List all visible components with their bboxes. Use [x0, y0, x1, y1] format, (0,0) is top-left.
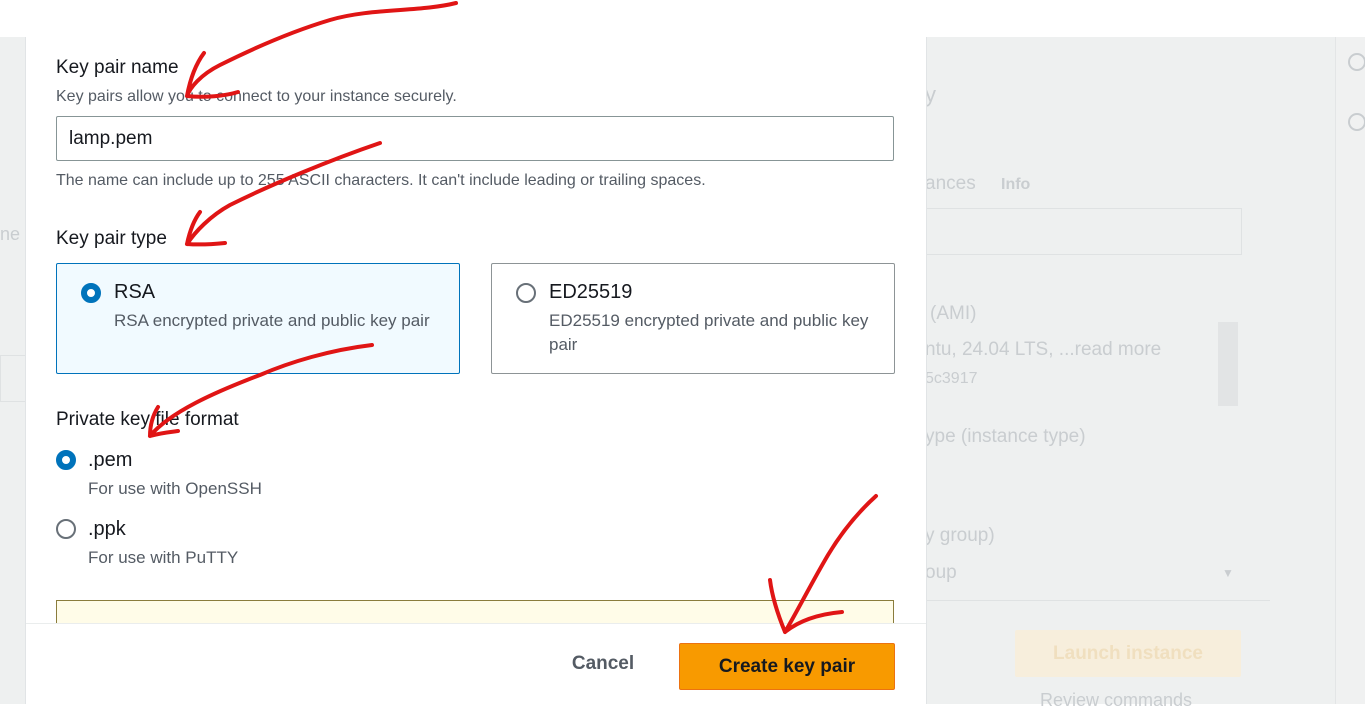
key-pair-name-description: Key pairs allow you to connect to your i… [56, 88, 457, 105]
rsa-radio[interactable] [81, 283, 101, 303]
bg-dropdown-caret-icon: ▼ [1222, 566, 1234, 580]
ed25519-description: ED25519 encrypted private and public key… [549, 311, 869, 354]
bg-group2-fragment: oup [925, 562, 957, 583]
rsa-description: RSA encrypted private and public key pai… [114, 311, 430, 330]
ed25519-radio[interactable] [516, 283, 536, 303]
bg-type-fragment: ype (instance type) [925, 426, 1086, 447]
key-type-rsa-tile[interactable]: RSA RSA encrypted private and public key… [56, 263, 460, 374]
settings-circle-icon[interactable] [1348, 113, 1365, 131]
ppk-radio[interactable] [56, 519, 76, 539]
bg-info-link[interactable]: Info [1001, 176, 1030, 194]
rsa-title: RSA [114, 281, 156, 303]
bg-instances-fragment: ances [925, 173, 976, 194]
key-pair-type-label: Key pair type [56, 228, 167, 249]
bg-ubuntu-fragment: ntu, 24.04 LTS, ...read more [925, 339, 1162, 360]
bg-ami-id-fragment: 5c3917 [925, 370, 978, 387]
bg-launch-instance-button[interactable]: Launch instance [1015, 630, 1241, 677]
key-type-ed25519-tile[interactable]: ED25519 ED25519 encrypted private and pu… [491, 263, 895, 374]
file-format-label: Private key file format [56, 409, 239, 430]
pem-option-label[interactable]: .pem [88, 449, 132, 472]
create-key-pair-button[interactable]: Create key pair [679, 643, 895, 690]
modal-footer: Cancel Create key pair [26, 623, 926, 704]
ppk-option-description: For use with PuTTY [88, 548, 239, 567]
bg-left-fragment: ne [0, 224, 21, 244]
pem-radio[interactable] [56, 450, 76, 470]
ppk-option-label[interactable]: .ppk [88, 518, 126, 541]
info-circle-icon[interactable] [1348, 53, 1365, 71]
cancel-button[interactable]: Cancel [546, 643, 660, 685]
pem-option-description: For use with OpenSSH [88, 479, 262, 498]
bg-scrollbar[interactable] [1218, 322, 1238, 406]
bg-ami-fragment: (AMI) [930, 303, 977, 324]
create-key-pair-modal: Key pair name Key pairs allow you to con… [25, 37, 927, 704]
bg-review-commands-link[interactable]: Review commands [1040, 690, 1192, 711]
right-rail [1335, 37, 1365, 704]
key-pair-name-label: Key pair name [56, 57, 179, 78]
top-bar [0, 0, 1365, 37]
bg-divider [925, 600, 1270, 601]
bg-left-box [0, 355, 27, 402]
key-pair-name-input[interactable] [56, 116, 894, 161]
bg-group-fragment: y group) [925, 525, 995, 546]
ed25519-title: ED25519 [549, 281, 633, 303]
key-pair-name-constraint: The name can include up to 255 ASCII cha… [56, 172, 706, 189]
bg-name-input[interactable] [925, 208, 1242, 255]
